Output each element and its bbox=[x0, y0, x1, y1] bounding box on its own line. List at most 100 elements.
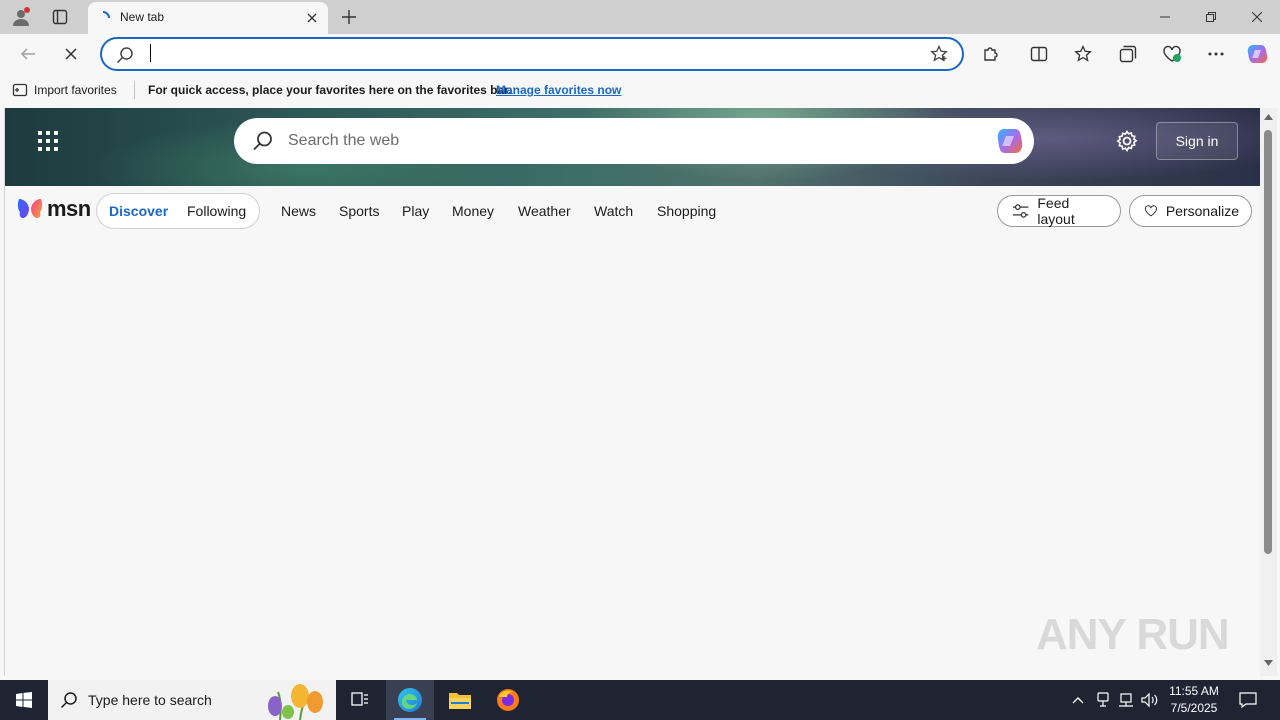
divider bbox=[134, 81, 135, 99]
tab-actions-button[interactable] bbox=[43, 3, 77, 31]
app-launcher-icon[interactable] bbox=[35, 128, 61, 154]
firefox-icon bbox=[497, 689, 519, 711]
puzzle-icon bbox=[984, 47, 998, 61]
web-search-input[interactable] bbox=[288, 130, 978, 152]
tab-new-tab[interactable]: New tab bbox=[88, 2, 328, 34]
scrollbar-thumb[interactable] bbox=[1264, 130, 1272, 554]
close-window-button[interactable] bbox=[1234, 0, 1280, 34]
browser-essentials-button[interactable] bbox=[1156, 39, 1188, 69]
back-arrow-icon bbox=[20, 48, 35, 60]
sliders-icon bbox=[1012, 204, 1029, 218]
taskbar-file-explorer-button[interactable] bbox=[436, 680, 484, 720]
network-icon bbox=[1119, 693, 1133, 707]
taskbar-firefox-button[interactable] bbox=[484, 680, 532, 720]
start-button[interactable] bbox=[0, 680, 48, 720]
speaker-icon bbox=[1141, 692, 1158, 708]
show-hidden-icons-button[interactable] bbox=[1068, 690, 1088, 710]
taskbar-edge-button[interactable] bbox=[386, 680, 434, 720]
scroll-up-arrow-icon[interactable] bbox=[1263, 112, 1274, 122]
close-icon bbox=[65, 48, 77, 60]
tab-discover[interactable]: Discover bbox=[109, 203, 168, 219]
meet-now-tray[interactable] bbox=[1093, 690, 1113, 710]
msn-butterfly-icon bbox=[17, 199, 43, 218]
copilot-button[interactable] bbox=[1242, 39, 1274, 69]
sparkle-heart-icon bbox=[1144, 205, 1157, 217]
task-view-icon bbox=[351, 692, 368, 706]
watermark: ANY RUN bbox=[1036, 610, 1230, 659]
address-bar[interactable] bbox=[100, 37, 964, 71]
gear-icon[interactable] bbox=[1115, 129, 1139, 153]
new-tab-button[interactable] bbox=[336, 4, 362, 30]
split-screen-button[interactable] bbox=[1023, 39, 1055, 69]
nav-weather[interactable]: Weather bbox=[518, 203, 571, 219]
favorites-star-icon bbox=[1074, 45, 1092, 62]
import-favorites-button[interactable]: Import favorites bbox=[6, 79, 123, 101]
import-favorites-label: Import favorites bbox=[34, 83, 117, 97]
nav-sports[interactable]: Sports bbox=[339, 203, 379, 219]
settings-more-button[interactable] bbox=[1200, 39, 1232, 69]
copilot-icon[interactable] bbox=[994, 125, 1026, 157]
nav-play[interactable]: Play bbox=[402, 203, 429, 219]
edge-icon bbox=[398, 688, 422, 712]
network-tray[interactable] bbox=[1116, 690, 1136, 710]
minimize-icon bbox=[1160, 16, 1170, 18]
taskbar-clock[interactable]: 11:55 AM 7/5/2025 bbox=[1166, 683, 1222, 717]
loading-icon bbox=[102, 11, 110, 19]
favorites-bar-message: For quick access, place your favorites h… bbox=[148, 83, 512, 97]
sign-in-button[interactable]: Sign in bbox=[1156, 122, 1238, 160]
hero-banner: Sign in bbox=[5, 108, 1260, 186]
profile-icon bbox=[13, 7, 30, 26]
folder-icon bbox=[449, 693, 471, 709]
nav-money[interactable]: Money bbox=[452, 203, 494, 219]
clock-date: 7/5/2025 bbox=[1170, 701, 1218, 715]
web-search-box[interactable] bbox=[234, 118, 1034, 164]
taskbar-search-placeholder: Type here to search bbox=[88, 692, 212, 708]
back-button[interactable] bbox=[13, 39, 43, 69]
taskbar-search-box[interactable]: Type here to search bbox=[48, 680, 336, 720]
favorites-bar: Import favorites For quick access, place… bbox=[0, 74, 1280, 106]
chevron-up-icon bbox=[1072, 697, 1084, 704]
add-favorite-star-icon[interactable] bbox=[930, 45, 948, 63]
manage-favorites-link[interactable]: Manage favorites now bbox=[496, 83, 621, 97]
msn-new-tab-page: Sign in msn Discover Following News Spor… bbox=[4, 108, 1260, 676]
copilot-icon bbox=[1247, 45, 1268, 63]
feed-layout-button[interactable]: Feed layout bbox=[997, 195, 1121, 227]
page-scrollbar[interactable] bbox=[1260, 108, 1277, 676]
action-center-button[interactable] bbox=[1238, 690, 1258, 710]
clock-time: 11:55 AM bbox=[1169, 684, 1219, 698]
minimize-button[interactable] bbox=[1142, 0, 1188, 34]
plus-icon bbox=[342, 10, 356, 24]
browser-toolbar bbox=[0, 34, 1280, 74]
feed-layout-label: Feed layout bbox=[1037, 195, 1075, 227]
split-screen-icon bbox=[1030, 46, 1048, 62]
collections-button[interactable] bbox=[1112, 39, 1144, 69]
search-icon bbox=[116, 47, 133, 64]
stop-loading-button[interactable] bbox=[56, 39, 86, 69]
more-dots-icon bbox=[1208, 52, 1224, 56]
task-view-button[interactable] bbox=[336, 680, 384, 720]
msn-logo[interactable]: msn bbox=[17, 196, 91, 222]
scroll-down-arrow-icon[interactable] bbox=[1263, 658, 1274, 668]
nav-shopping[interactable]: Shopping bbox=[657, 203, 716, 219]
msn-wordmark: msn bbox=[47, 196, 91, 221]
tab-close-button[interactable] bbox=[302, 8, 322, 28]
heartbeat-icon bbox=[1163, 45, 1181, 62]
extensions-button[interactable] bbox=[975, 39, 1007, 69]
msn-nav-row: msn Discover Following News Sports Play … bbox=[5, 186, 1260, 234]
close-icon bbox=[1252, 12, 1262, 22]
tab-following[interactable]: Following bbox=[187, 203, 246, 219]
volume-tray[interactable] bbox=[1140, 690, 1160, 710]
favorites-button[interactable] bbox=[1067, 39, 1099, 69]
feed-toggle-pill: Discover Following bbox=[96, 193, 260, 229]
nav-watch[interactable]: Watch bbox=[594, 203, 633, 219]
tab-actions-icon bbox=[52, 9, 68, 25]
personalize-button[interactable]: Personalize bbox=[1129, 195, 1252, 227]
search-icon bbox=[60, 692, 77, 709]
close-icon bbox=[307, 13, 317, 23]
nav-news[interactable]: News bbox=[281, 203, 316, 219]
personalize-label: Personalize bbox=[1165, 203, 1239, 219]
people-icon bbox=[1097, 692, 1109, 707]
profile-button[interactable] bbox=[4, 3, 38, 31]
restore-button[interactable] bbox=[1188, 0, 1234, 34]
address-input[interactable] bbox=[148, 43, 908, 65]
